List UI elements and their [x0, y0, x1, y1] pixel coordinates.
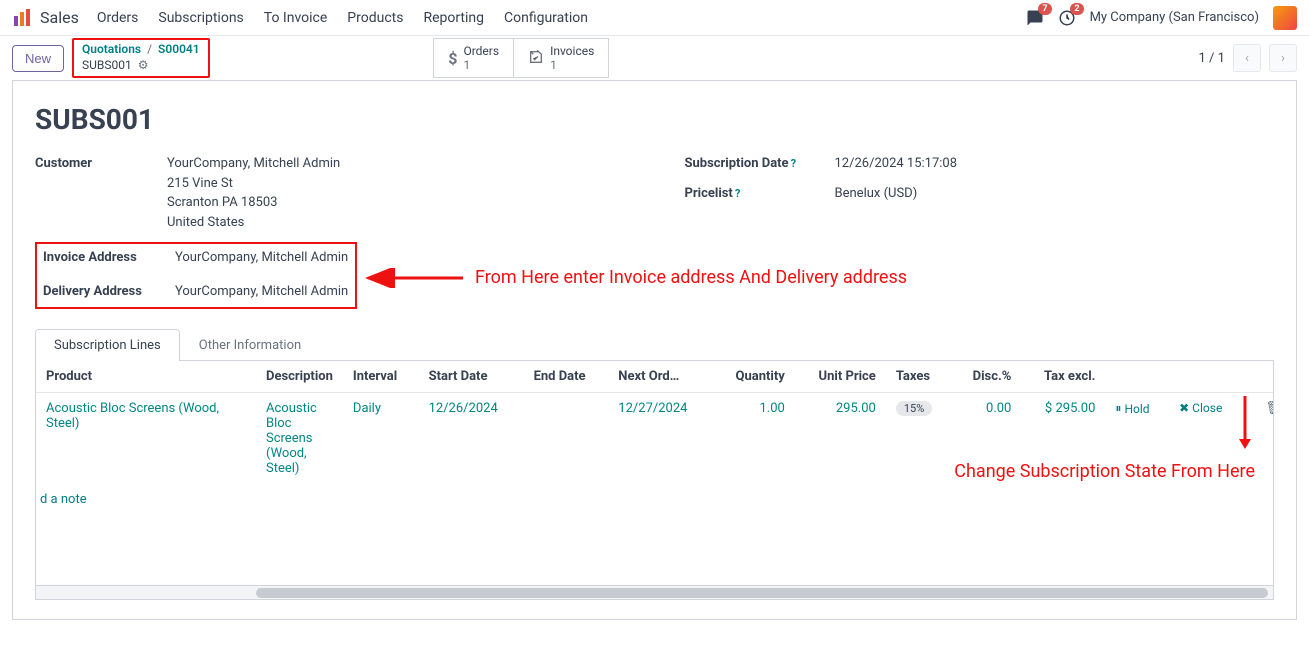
invoice-icon	[528, 49, 544, 68]
subscription-date-value[interactable]: 12/26/2024 15:17:08	[835, 154, 1275, 174]
annotation-arrow-top: From Here enter Invoice address And Deli…	[363, 267, 907, 288]
pager-text: 1 / 1	[1199, 51, 1225, 66]
tax-chip[interactable]: 15%	[896, 401, 932, 416]
breadcrumb-record: SUBS001	[82, 58, 132, 74]
cell-disc[interactable]: 0.00	[952, 393, 1021, 485]
pricelist-label: Pricelist?	[685, 184, 835, 204]
col-end[interactable]: End Date	[524, 361, 609, 393]
dollar-icon: $	[448, 49, 457, 68]
customer-addr1: 215 Vine St	[167, 174, 625, 194]
cell-qty[interactable]: 1.00	[713, 393, 795, 485]
activities-icon[interactable]: 2	[1058, 9, 1076, 27]
cell-start[interactable]: 12/26/2024	[419, 393, 524, 485]
stat-orders[interactable]: $ Orders 1	[433, 38, 514, 78]
stat-invoices[interactable]: Invoices 1	[514, 38, 609, 78]
x-icon: ✖	[1179, 401, 1189, 415]
col-product[interactable]: Product	[36, 361, 256, 393]
breadcrumb-order[interactable]: S00041	[158, 42, 200, 58]
menu-orders[interactable]: Orders	[97, 10, 139, 26]
customer-label: Customer	[35, 154, 167, 232]
tabs: Subscription Lines Other Information	[35, 329, 1274, 361]
cell-interval[interactable]: Daily	[343, 393, 419, 485]
pause-icon: ⏸	[1115, 401, 1121, 416]
main-menu: Orders Subscriptions To Invoice Products…	[97, 10, 588, 26]
stat-orders-label: Orders	[463, 44, 499, 58]
new-button[interactable]: New	[12, 45, 64, 72]
cell-taxexcl[interactable]: $ 295.00	[1021, 393, 1105, 485]
lines-table: Product Description Interval Start Date …	[36, 361, 1274, 585]
action-bar: New Quotations / S00041 SUBS001 ⚙ $ Orde…	[0, 36, 1309, 80]
menu-configuration[interactable]: Configuration	[504, 10, 588, 26]
stat-buttons: $ Orders 1 Invoices 1	[433, 38, 609, 78]
close-button[interactable]: ✖Close	[1179, 401, 1222, 415]
app-name[interactable]: Sales	[40, 8, 79, 27]
col-taxes[interactable]: Taxes	[886, 361, 952, 393]
address-highlight-box: Invoice Address YourCompany, Mitchell Ad…	[35, 242, 357, 309]
invoice-address-label: Invoice Address	[43, 248, 175, 268]
customer-name[interactable]: YourCompany, Mitchell Admin	[167, 154, 625, 174]
breadcrumb-highlight: Quotations / S00041 SUBS001 ⚙	[72, 38, 210, 77]
customer-addr2: Scranton PA 18503	[167, 193, 625, 213]
pager-prev[interactable]: ‹	[1233, 44, 1261, 72]
col-next[interactable]: Next Ord…	[608, 361, 713, 393]
user-avatar[interactable]	[1273, 6, 1297, 30]
col-taxexcl[interactable]: Tax excl.	[1021, 361, 1105, 393]
lines-table-wrap: Product Description Interval Start Date …	[35, 361, 1274, 600]
menu-reporting[interactable]: Reporting	[423, 10, 484, 26]
menu-products[interactable]: Products	[347, 10, 403, 26]
tab-other-information[interactable]: Other Information	[180, 329, 320, 361]
menu-subscriptions[interactable]: Subscriptions	[158, 10, 243, 26]
top-nav: Sales Orders Subscriptions To Invoice Pr…	[0, 0, 1309, 36]
messages-icon[interactable]: 7	[1026, 9, 1044, 27]
col-interval[interactable]: Interval	[343, 361, 419, 393]
col-qty[interactable]: Quantity	[713, 361, 795, 393]
pager: 1 / 1 ‹ ›	[1199, 44, 1297, 72]
stat-invoices-count: 1	[550, 58, 594, 72]
cell-taxes[interactable]: 15%	[886, 393, 952, 485]
gear-icon[interactable]: ⚙	[138, 58, 149, 74]
delete-row-icon[interactable]: 🗑	[1261, 401, 1274, 416]
col-description[interactable]: Description	[256, 361, 343, 393]
help-icon[interactable]: ?	[735, 187, 740, 200]
tab-subscription-lines[interactable]: Subscription Lines	[35, 329, 180, 361]
pricelist-value[interactable]: Benelux (USD)	[835, 184, 1275, 204]
company-selector[interactable]: My Company (San Francisco)	[1090, 10, 1259, 25]
record-title: SUBS001	[35, 103, 1274, 136]
stat-orders-count: 1	[463, 58, 499, 72]
cell-price[interactable]: 295.00	[795, 393, 886, 485]
add-note-link[interactable]: d a note	[36, 484, 1274, 515]
cell-next[interactable]: 12/27/2024	[608, 393, 713, 485]
annotation-text-top: From Here enter Invoice address And Deli…	[475, 267, 907, 288]
menu-to-invoice[interactable]: To Invoice	[264, 10, 328, 26]
app-logo-icon	[12, 8, 32, 28]
hold-button[interactable]: ⏸Hold	[1115, 401, 1149, 416]
horizontal-scrollbar[interactable]	[36, 585, 1273, 599]
breadcrumb-quotations[interactable]: Quotations	[82, 42, 141, 58]
messages-badge: 7	[1038, 3, 1051, 15]
table-row[interactable]: Acoustic Bloc Screens (Wood, Steel) Acou…	[36, 393, 1274, 485]
invoice-address-value[interactable]: YourCompany, Mitchell Admin	[175, 248, 349, 268]
cell-end[interactable]	[524, 393, 609, 485]
col-start[interactable]: Start Date	[419, 361, 524, 393]
delivery-address-value[interactable]: YourCompany, Mitchell Admin	[175, 282, 349, 302]
cell-desc[interactable]: Acoustic Bloc Screens (Wood, Steel)	[256, 393, 343, 485]
subscription-date-label: Subscription Date?	[685, 154, 835, 174]
breadcrumb-sep: /	[147, 42, 152, 58]
col-disc[interactable]: Disc.%	[952, 361, 1021, 393]
cell-product[interactable]: Acoustic Bloc Screens (Wood, Steel)	[36, 393, 256, 485]
help-icon[interactable]: ?	[791, 157, 796, 170]
delivery-address-label: Delivery Address	[43, 282, 175, 302]
form-sheet: SUBS001 Customer YourCompany, Mitchell A…	[12, 80, 1297, 620]
customer-addr3: United States	[167, 213, 625, 233]
stat-invoices-label: Invoices	[550, 44, 594, 58]
activities-badge: 2	[1070, 3, 1083, 15]
pager-next[interactable]: ›	[1269, 44, 1297, 72]
col-price[interactable]: Unit Price	[795, 361, 886, 393]
